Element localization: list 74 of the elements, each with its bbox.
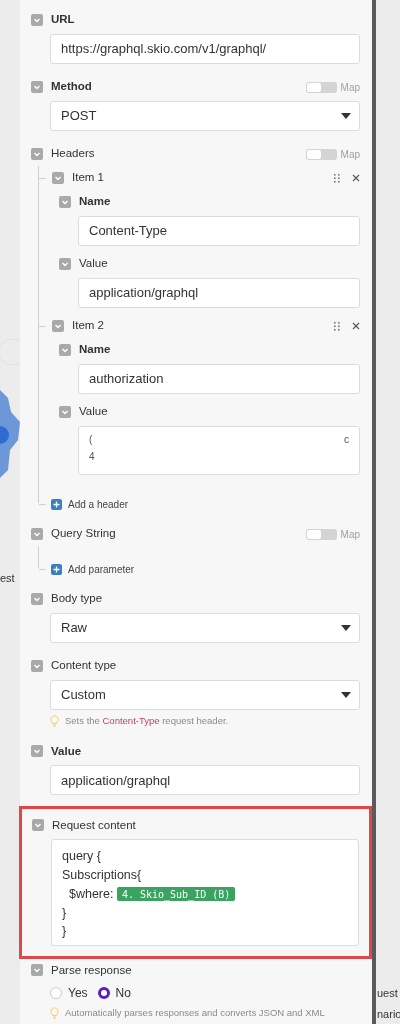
drag-handle-icon[interactable] (334, 173, 340, 183)
collapse-checkbox[interactable] (31, 148, 43, 160)
select-dropdown[interactable]: POST (50, 101, 360, 131)
masked-text: 4 (89, 450, 95, 464)
field-label: Value (51, 743, 82, 759)
radio-button[interactable] (97, 987, 110, 1000)
field-label: Value (79, 404, 108, 420)
field-label: Parse response (51, 962, 132, 978)
map-toggle[interactable] (305, 148, 337, 160)
hint-text: Sets the Content-Type request header. (65, 714, 229, 728)
drag-handle-icon[interactable] (334, 321, 340, 331)
select-dropdown[interactable]: Custom (50, 680, 360, 710)
item-title: Item 2 (72, 318, 104, 334)
collapse-checkbox[interactable] (59, 258, 71, 270)
code-text: $where: (67, 885, 115, 903)
add-icon[interactable] (51, 498, 62, 510)
add-link[interactable]: Add parameter (68, 561, 135, 577)
masked-text: ( (89, 433, 93, 447)
select-dropdown[interactable]: Raw (50, 613, 360, 643)
field-label: Value (79, 256, 108, 272)
close-icon[interactable] (352, 174, 360, 182)
radio-label: No (115, 985, 131, 1003)
masked-text: c (344, 433, 349, 447)
caret-icon (341, 625, 351, 631)
text-input[interactable]: https://graphql.skio.com/v1/graphql/ (50, 34, 360, 64)
close-icon[interactable] (352, 322, 360, 330)
lightbulb-icon (50, 715, 59, 728)
field-label: Content type (51, 658, 117, 674)
collapse-checkbox[interactable] (52, 320, 64, 332)
collapse-checkbox[interactable] (52, 172, 64, 184)
field-label: Request content (52, 817, 136, 833)
field-label: Body type (51, 591, 103, 607)
collapse-checkbox[interactable] (31, 964, 43, 977)
collapse-checkbox[interactable] (31, 14, 43, 26)
code-text: } (62, 904, 67, 922)
field-label: Name (79, 342, 111, 358)
value-textarea[interactable]: ( c 4 (78, 426, 360, 475)
map-label: Map (340, 527, 360, 542)
field-label: Method (51, 79, 92, 95)
field-label: Name (79, 194, 111, 210)
lightbulb-icon (50, 1007, 59, 1020)
field-label: Headers (51, 146, 95, 162)
collapse-checkbox[interactable] (32, 819, 44, 832)
collapse-checkbox[interactable] (31, 660, 43, 672)
collapse-checkbox[interactable] (59, 344, 71, 356)
collapse-checkbox[interactable] (59, 196, 71, 208)
hint-text: Automatically parses responses and converts JSON and XML (65, 1006, 325, 1021)
radio-label: Yes (68, 985, 88, 1003)
code-text: query { (62, 848, 101, 866)
text-input[interactable]: Content-Type (78, 216, 360, 246)
text-input[interactable]: application/graphql (50, 765, 360, 796)
collapse-checkbox[interactable] (31, 528, 43, 540)
text-input[interactable]: authorization (78, 364, 360, 394)
map-label: Map (340, 80, 360, 95)
collapse-checkbox[interactable] (31, 593, 43, 605)
map-label: Map (340, 147, 360, 162)
field-label: Query String (51, 526, 116, 542)
add-link[interactable]: Add a header (68, 496, 129, 512)
map-toggle[interactable] (305, 528, 337, 540)
collapse-checkbox[interactable] (59, 406, 71, 418)
code-text: Subscriptions{ (62, 867, 142, 884)
code-editor[interactable]: query { Subscriptions{ $where: 4. Skio_Sub_ID (B) } } (51, 839, 359, 947)
text-input[interactable]: application/graphql (78, 278, 360, 308)
code-text: } (62, 923, 67, 941)
collapse-checkbox[interactable] (31, 745, 43, 758)
canvas-label: est (0, 571, 15, 586)
caret-icon (341, 113, 351, 119)
field-label: URL (51, 12, 75, 28)
add-icon[interactable] (51, 563, 62, 575)
map-toggle[interactable] (305, 81, 337, 93)
canvas-label: uest (377, 986, 398, 1001)
collapse-checkbox[interactable] (31, 81, 43, 93)
item-title: Item 1 (72, 170, 104, 186)
caret-icon (341, 692, 351, 698)
